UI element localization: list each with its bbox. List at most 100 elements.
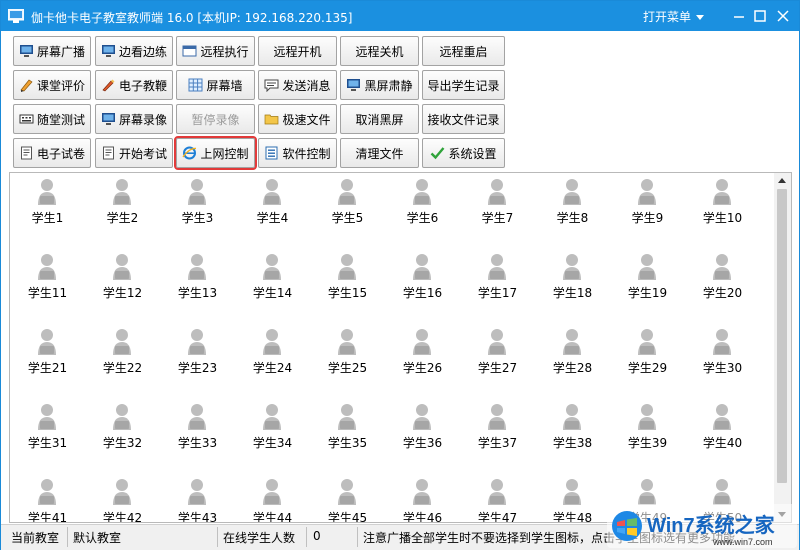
student-item[interactable]: 学生30 [685, 323, 760, 383]
student-item[interactable]: 学生3 [160, 173, 235, 233]
toolbar-button[interactable]: 课堂评价 [13, 70, 91, 100]
student-item[interactable]: 学生36 [385, 398, 460, 458]
student-item[interactable]: 学生25 [310, 323, 385, 383]
student-avatar-icon [488, 404, 506, 430]
student-item[interactable]: 学生7 [460, 173, 535, 233]
vertical-scrollbar[interactable] [774, 173, 791, 522]
student-item[interactable]: 学生37 [460, 398, 535, 458]
student-item[interactable]: 学生45 [310, 473, 385, 522]
student-item[interactable]: 学生22 [85, 323, 160, 383]
student-avatar-icon [488, 329, 506, 355]
student-grid: 学生1 学生2 学生3 学生4 学生5 学生6 学生7 学生8 学生9 学生10 学生11 学生12 学… [10, 173, 770, 522]
student-avatar-icon [413, 329, 431, 355]
student-avatar-icon [713, 404, 731, 430]
student-name: 学生20 [702, 286, 743, 300]
toolbar-button[interactable]: 远程开机 [258, 36, 337, 66]
student-item[interactable]: 学生13 [160, 248, 235, 308]
toolbar-button[interactable]: 边看边练 [95, 36, 173, 66]
toolbar-button[interactable]: 屏幕录像 [95, 104, 173, 134]
toolbar-button-label: 取消黑屏 [355, 112, 404, 127]
toolbar-button[interactable]: 取消黑屏 [340, 104, 419, 134]
toolbar-button[interactable]: 开始考试 [95, 138, 173, 168]
toolbar-button[interactable]: 软件控制 [258, 138, 337, 168]
toolbar-button[interactable]: 接收文件记录 [422, 104, 505, 134]
toolbar-button[interactable]: 系统设置 [422, 138, 505, 168]
scroll-up-icon[interactable] [778, 178, 786, 183]
toolbar-button[interactable]: 导出学生记录 [422, 70, 505, 100]
toolbar-button[interactable]: 电子试卷 [13, 138, 91, 168]
student-item[interactable]: 学生20 [685, 248, 760, 308]
toolbar-button-label: 屏幕广播 [36, 44, 85, 59]
toolbar-button[interactable]: 屏幕广播 [13, 36, 91, 66]
toolbar-button[interactable]: 屏幕墙 [176, 70, 255, 100]
scrollbar-thumb[interactable] [777, 189, 787, 483]
student-item[interactable]: 学生39 [610, 398, 685, 458]
student-item[interactable]: 学生10 [685, 173, 760, 233]
document-icon [102, 146, 114, 160]
student-item[interactable]: 学生43 [160, 473, 235, 522]
chevron-down-icon [696, 15, 705, 20]
student-item[interactable]: 学生18 [535, 248, 610, 308]
student-name: 学生4 [256, 211, 289, 225]
student-item[interactable]: 学生16 [385, 248, 460, 308]
student-item[interactable]: 学生6 [385, 173, 460, 233]
toolbar-button[interactable]: 远程重启 [422, 36, 505, 66]
student-item[interactable]: 学生8 [535, 173, 610, 233]
student-item[interactable]: 学生41 [10, 473, 85, 522]
student-item[interactable]: 学生44 [235, 473, 310, 522]
toolbar-button[interactable]: 清理文件 [340, 138, 419, 168]
toolbar-button[interactable]: 远程执行 [176, 36, 255, 66]
toolbar-button[interactable]: 极速文件 [258, 104, 337, 134]
student-list-panel: 学生1 学生2 学生3 学生4 学生5 学生6 学生7 学生8 学生9 学生10 学生11 学生12 学… [9, 172, 792, 523]
minimize-icon[interactable] [729, 6, 749, 26]
student-item[interactable]: 学生34 [235, 398, 310, 458]
student-item[interactable]: 学生5 [310, 173, 385, 233]
student-item[interactable]: 学生38 [535, 398, 610, 458]
toolbar-button[interactable]: 上网控制 [174, 136, 257, 170]
toolbar-button[interactable]: 电子教鞭 [95, 70, 173, 100]
student-item[interactable]: 学生9 [610, 173, 685, 233]
toolbar-button[interactable]: 发送消息 [258, 70, 337, 100]
student-item[interactable]: 学生19 [610, 248, 685, 308]
student-avatar-icon [188, 329, 206, 355]
close-icon[interactable] [773, 6, 793, 26]
maximize-icon[interactable] [750, 6, 770, 26]
student-item[interactable]: 学生46 [385, 473, 460, 522]
student-item[interactable]: 学生47 [460, 473, 535, 522]
student-item[interactable]: 学生31 [10, 398, 85, 458]
student-avatar-icon [263, 479, 281, 505]
toolbar-button-label: 开始考试 [118, 146, 167, 161]
student-item[interactable]: 学生15 [310, 248, 385, 308]
student-item[interactable]: 学生1 [10, 173, 85, 233]
student-item[interactable]: 学生14 [235, 248, 310, 308]
student-name: 学生39 [627, 436, 668, 450]
toolbar-button-label: 边看边练 [118, 44, 167, 59]
student-avatar-icon [188, 479, 206, 505]
student-item[interactable]: 学生12 [85, 248, 160, 308]
toolbar-button[interactable]: 随堂测试 [13, 104, 91, 134]
toolbar-button[interactable]: 远程关机 [340, 36, 419, 66]
toolbar: 屏幕广播 边看边练 远程执行 远程开机 远程关机 远程重启课堂评价 电子教鞭 屏幕墙 发送消息 黑… [1, 31, 799, 171]
student-item[interactable]: 学生40 [685, 398, 760, 458]
student-item[interactable]: 学生24 [235, 323, 310, 383]
toolbar-button-label: 远程执行 [200, 44, 249, 59]
toolbar-button[interactable]: 黑屏肃静 [340, 70, 419, 100]
student-item[interactable]: 学生42 [85, 473, 160, 522]
student-item[interactable]: 学生35 [310, 398, 385, 458]
student-item[interactable]: 学生11 [10, 248, 85, 308]
student-avatar-icon [413, 254, 431, 280]
student-item[interactable]: 学生27 [460, 323, 535, 383]
student-item[interactable]: 学生28 [535, 323, 610, 383]
student-item[interactable]: 学生17 [460, 248, 535, 308]
student-name: 学生8 [556, 211, 589, 225]
open-menu-button[interactable]: 打开菜单 [643, 8, 705, 25]
student-item[interactable]: 学生29 [610, 323, 685, 383]
student-item[interactable]: 学生33 [160, 398, 235, 458]
student-item[interactable]: 学生21 [10, 323, 85, 383]
student-item[interactable]: 学生32 [85, 398, 160, 458]
student-item[interactable]: 学生23 [160, 323, 235, 383]
student-item[interactable]: 学生26 [385, 323, 460, 383]
student-item[interactable]: 学生4 [235, 173, 310, 233]
student-item[interactable]: 学生2 [85, 173, 160, 233]
student-item[interactable]: 学生48 [535, 473, 610, 522]
